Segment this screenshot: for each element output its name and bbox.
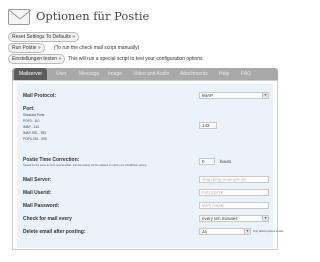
tab-faq[interactable]: FAQ: [241, 68, 251, 80]
chevron-down-icon: ▼: [244, 229, 250, 234]
run-postie-button[interactable]: Run Postie »: [8, 43, 45, 53]
time-correction-note: Should be the same as your normal offset…: [23, 164, 147, 167]
port-note: IMAP-SSL - 993: [23, 131, 46, 135]
check-mail-select[interactable]: every ten minutes ▼: [199, 215, 269, 222]
chevron-down-icon: ▼: [262, 93, 268, 98]
mailserver-panel: Mail Protocol: IMAP ▼ Port: Standard Por…: [12, 80, 283, 250]
delete-email-select[interactable]: Ja ▼: [199, 228, 251, 235]
check-mail-label: Check for mail every: [23, 216, 72, 222]
time-correction-label: Postie Time Correction:: [23, 157, 80, 163]
settings-form: Mail Protocol: IMAP ▼ Port: Standard Por…: [17, 84, 283, 248]
port-note: POP3 - 110: [23, 119, 40, 123]
mail-userid-label: Mail Userid:: [23, 190, 52, 196]
protocol-select[interactable]: IMAP ▼: [199, 92, 269, 99]
tab-mailserver[interactable]: Mailserver: [14, 68, 48, 80]
port-note: IMAP - 143: [23, 125, 39, 129]
delete-email-label: Delete email after posting:: [23, 229, 86, 235]
mail-server-label: Mail Server:: [23, 177, 52, 183]
mail-server-input[interactable]: imap.blog.example.de: [199, 176, 269, 183]
reset-settings-button[interactable]: Reset Settings To Defaults »: [8, 32, 79, 42]
port-label: Port:: [23, 106, 35, 112]
delete-email-value: Ja: [202, 229, 207, 234]
port-note: POP3-SSL - 995: [23, 137, 47, 141]
time-correction-input[interactable]: 0: [199, 158, 215, 165]
test-config-button[interactable]: Einstellungen testen »: [8, 54, 66, 64]
test-config-note: This will run a special script to test y…: [68, 56, 203, 62]
mail-password-input[interactable]: 9Wh7xasB: [199, 202, 269, 209]
protocol-value: IMAP: [202, 93, 214, 98]
protocol-label: Mail Protocol:: [23, 93, 57, 99]
tab-help[interactable]: Help: [219, 68, 229, 80]
port-input[interactable]: 143: [199, 122, 217, 129]
settings-tabs: Mailserver User Message Image Video and …: [12, 68, 278, 80]
tab-user[interactable]: User: [56, 68, 67, 80]
mail-icon: [8, 9, 31, 25]
page-header: Optionen für Postie: [6, 6, 296, 28]
page-title: Optionen für Postie: [36, 9, 150, 23]
run-postie-note: (To run the check mail script manually): [54, 45, 140, 51]
mail-password-label: Mail Password:: [23, 203, 60, 209]
delete-email-note: Only affects posted emails: [253, 230, 284, 233]
check-mail-value: every ten minutes: [202, 216, 238, 221]
time-correction-unit: hours: [220, 159, 232, 164]
mail-userid-input[interactable]: m0123476: [199, 189, 269, 196]
tab-video-audio[interactable]: Video and Audio: [133, 68, 169, 80]
port-note: Standard Ports:: [23, 113, 46, 117]
tab-message[interactable]: Message: [79, 68, 99, 80]
tab-attachments[interactable]: Attachments: [180, 68, 208, 80]
tab-image[interactable]: Image: [108, 68, 122, 80]
chevron-down-icon: ▼: [262, 216, 268, 221]
